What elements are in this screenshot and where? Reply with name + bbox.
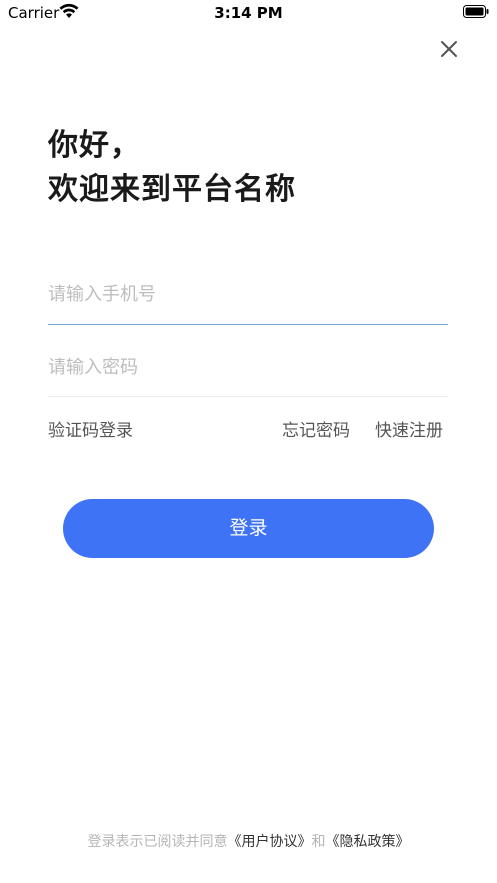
status-bar: Carrier 3:14 PM — [0, 0, 497, 26]
user-agreement-link[interactable]: 《用户协议》 — [228, 834, 312, 850]
password-field — [48, 353, 448, 397]
quick-register-link[interactable]: 快速注册 — [375, 416, 443, 441]
agreement-connector: 和 — [311, 834, 326, 850]
welcome-title: 欢迎来到平台名称 — [48, 172, 296, 207]
phone-input[interactable] — [48, 280, 448, 308]
greeting-title: 你好， — [48, 128, 141, 163]
status-time: 3:14 PM — [214, 4, 283, 22]
close-icon[interactable] — [437, 37, 461, 61]
privacy-policy-link[interactable]: 《隐私政策》 — [326, 834, 410, 850]
battery-icon — [463, 5, 489, 18]
agreement-prefix: 登录表示已阅读并同意 — [87, 834, 228, 850]
forgot-password-link[interactable]: 忘记密码 — [282, 416, 350, 441]
agreement-notice: 登录表示已阅读并同意《用户协议》和《隐私政策》 — [0, 831, 497, 851]
phone-field — [48, 280, 448, 325]
sms-login-link[interactable]: 验证码登录 — [48, 416, 133, 441]
password-input[interactable] — [48, 353, 448, 381]
login-button[interactable]: 登录 — [63, 499, 434, 558]
